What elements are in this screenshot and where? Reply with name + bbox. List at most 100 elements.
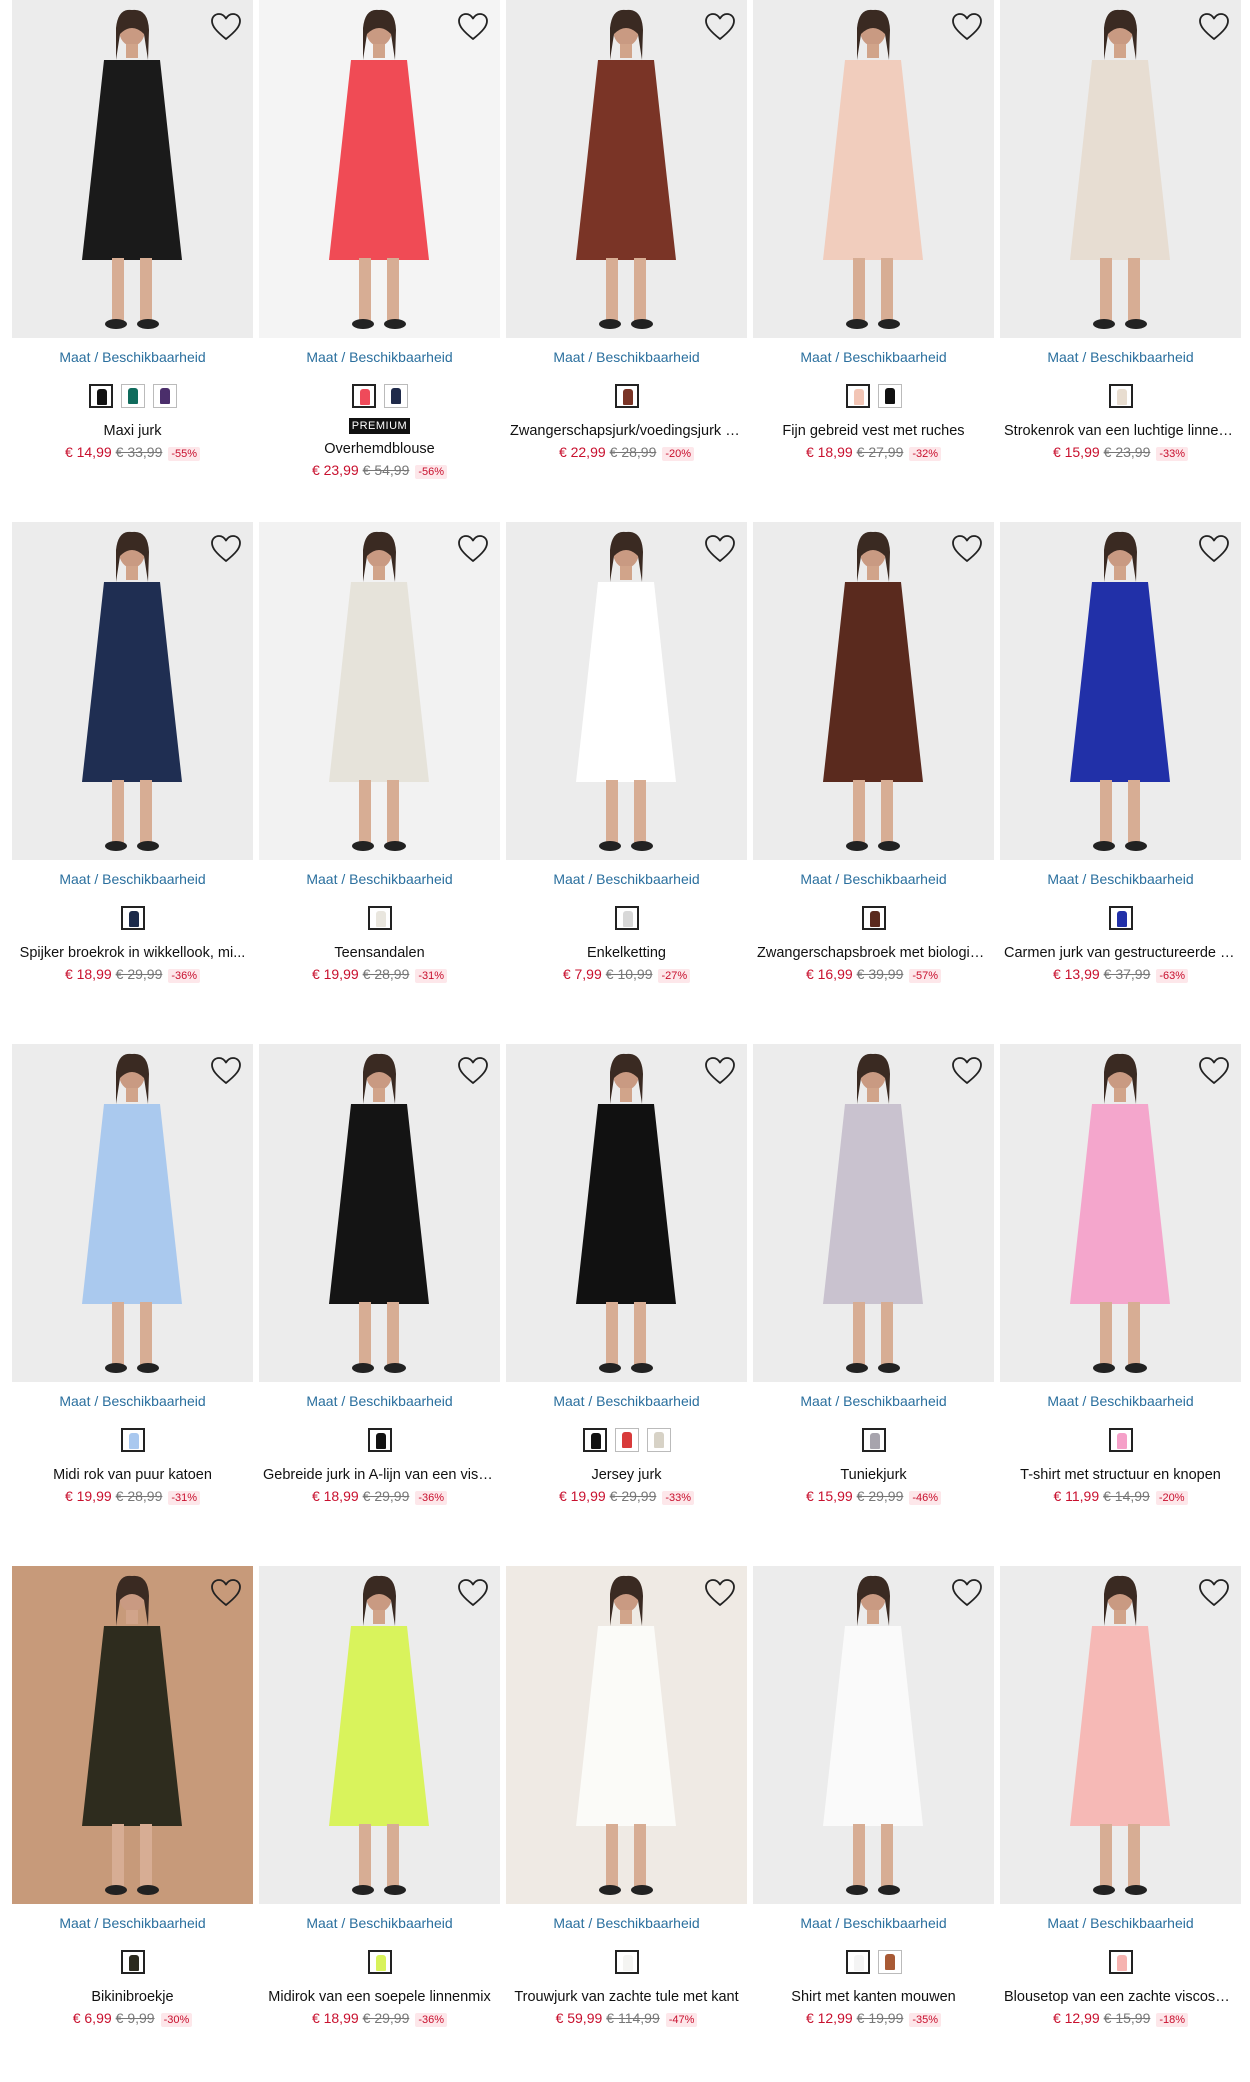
size-availability-link[interactable]: Maat / Beschikbaarheid xyxy=(506,1914,747,1932)
availability-link[interactable]: Beschikbaarheid xyxy=(843,871,947,887)
color-swatch[interactable] xyxy=(367,1950,392,1974)
product-title[interactable]: Gebreide jurk in A-lijn van een visc... xyxy=(259,1466,500,1484)
color-swatch[interactable] xyxy=(351,384,376,408)
product-image[interactable] xyxy=(506,1044,747,1382)
size-link[interactable]: Maat xyxy=(553,1393,584,1409)
wishlist-heart-icon[interactable] xyxy=(1197,1576,1231,1610)
size-link[interactable]: Maat xyxy=(59,1393,90,1409)
color-swatch[interactable] xyxy=(877,384,902,408)
product-card[interactable]: Maat / Beschikbaarheid Tuniekjurk € 15,9… xyxy=(753,1044,994,1528)
product-title[interactable]: Maxi jurk xyxy=(12,422,253,440)
size-link[interactable]: Maat xyxy=(800,1393,831,1409)
product-image[interactable] xyxy=(1000,1566,1241,1904)
wishlist-heart-icon[interactable] xyxy=(456,1054,490,1088)
availability-link[interactable]: Beschikbaarheid xyxy=(596,1915,700,1931)
color-swatch[interactable] xyxy=(1108,1950,1133,1974)
wishlist-heart-icon[interactable] xyxy=(950,532,984,566)
product-title[interactable]: Bikinibroekje xyxy=(12,1988,253,2006)
product-image[interactable] xyxy=(753,1044,994,1382)
product-title[interactable]: Shirt met kanten mouwen xyxy=(753,1988,994,2006)
size-link[interactable]: Maat xyxy=(800,349,831,365)
size-link[interactable]: Maat xyxy=(306,1915,337,1931)
color-swatch[interactable] xyxy=(646,1428,671,1452)
color-swatch[interactable] xyxy=(861,906,886,930)
product-image[interactable] xyxy=(259,0,500,338)
product-title[interactable]: Strokenrok van een luchtige linnen... xyxy=(1000,422,1241,440)
availability-link[interactable]: Beschikbaarheid xyxy=(596,871,700,887)
product-image[interactable] xyxy=(12,0,253,338)
wishlist-heart-icon[interactable] xyxy=(950,1576,984,1610)
size-link[interactable]: Maat xyxy=(59,349,90,365)
size-availability-link[interactable]: Maat / Beschikbaarheid xyxy=(12,348,253,366)
wishlist-heart-icon[interactable] xyxy=(456,532,490,566)
color-swatch[interactable] xyxy=(120,1428,145,1452)
product-title[interactable]: Carmen jurk van gestructureerde c... xyxy=(1000,944,1241,962)
product-title[interactable]: Trouwjurk van zachte tule met kant xyxy=(506,1988,747,2006)
wishlist-heart-icon[interactable] xyxy=(209,10,243,44)
product-image[interactable] xyxy=(12,1044,253,1382)
product-title[interactable]: Spijker broekrok in wikkellook, mi... xyxy=(12,944,253,962)
size-availability-link[interactable]: Maat / Beschikbaarheid xyxy=(506,1392,747,1410)
size-link[interactable]: Maat xyxy=(306,349,337,365)
product-card[interactable]: Maat / Beschikbaarheid Carmen jurk van g… xyxy=(1000,522,1241,1006)
product-title[interactable]: Overhemdblouse xyxy=(259,440,500,458)
size-availability-link[interactable]: Maat / Beschikbaarheid xyxy=(259,870,500,888)
wishlist-heart-icon[interactable] xyxy=(703,1054,737,1088)
availability-link[interactable]: Beschikbaarheid xyxy=(349,1393,453,1409)
size-link[interactable]: Maat xyxy=(1047,1393,1078,1409)
color-swatch[interactable] xyxy=(1108,906,1133,930)
product-image[interactable] xyxy=(12,522,253,860)
availability-link[interactable]: Beschikbaarheid xyxy=(102,871,206,887)
color-swatch[interactable] xyxy=(614,906,639,930)
color-swatch[interactable] xyxy=(614,1950,639,1974)
size-availability-link[interactable]: Maat / Beschikbaarheid xyxy=(1000,348,1241,366)
product-card[interactable]: Maat / Beschikbaarheid Maxi jurk € 14,99… xyxy=(12,0,253,484)
wishlist-heart-icon[interactable] xyxy=(950,1054,984,1088)
product-image[interactable] xyxy=(259,1566,500,1904)
product-image[interactable] xyxy=(506,1566,747,1904)
size-availability-link[interactable]: Maat / Beschikbaarheid xyxy=(259,1392,500,1410)
product-card[interactable]: Maat / Beschikbaarheid Midi rok van puur… xyxy=(12,1044,253,1528)
product-title[interactable]: Zwangerschapsbroek met biologisc... xyxy=(753,944,994,962)
color-swatch[interactable] xyxy=(367,906,392,930)
color-swatch[interactable] xyxy=(1108,1428,1133,1452)
wishlist-heart-icon[interactable] xyxy=(703,10,737,44)
size-link[interactable]: Maat xyxy=(800,871,831,887)
availability-link[interactable]: Beschikbaarheid xyxy=(843,1915,947,1931)
product-title[interactable]: Teensandalen xyxy=(259,944,500,962)
product-title[interactable]: T-shirt met structuur en knopen xyxy=(1000,1466,1241,1484)
wishlist-heart-icon[interactable] xyxy=(1197,10,1231,44)
product-image[interactable] xyxy=(753,522,994,860)
product-image[interactable] xyxy=(506,0,747,338)
size-availability-link[interactable]: Maat / Beschikbaarheid xyxy=(1000,1914,1241,1932)
availability-link[interactable]: Beschikbaarheid xyxy=(349,871,453,887)
product-card[interactable]: Maat / Beschikbaarheid Enkelketting € 7,… xyxy=(506,522,747,1006)
size-link[interactable]: Maat xyxy=(553,871,584,887)
wishlist-heart-icon[interactable] xyxy=(703,1576,737,1610)
product-card[interactable]: Maat / Beschikbaarheid Teensandalen € 19… xyxy=(259,522,500,1006)
product-card[interactable]: Maat / Beschikbaarheid PREMIUM Overhemdb… xyxy=(259,0,500,484)
size-availability-link[interactable]: Maat / Beschikbaarheid xyxy=(12,1392,253,1410)
product-image[interactable] xyxy=(259,522,500,860)
product-image[interactable] xyxy=(1000,1044,1241,1382)
size-availability-link[interactable]: Maat / Beschikbaarheid xyxy=(1000,1392,1241,1410)
color-swatch[interactable] xyxy=(120,384,145,408)
product-card[interactable]: Maat / Beschikbaarheid Midirok van een s… xyxy=(259,1566,500,2050)
size-link[interactable]: Maat xyxy=(1047,1915,1078,1931)
size-link[interactable]: Maat xyxy=(59,1915,90,1931)
wishlist-heart-icon[interactable] xyxy=(209,1576,243,1610)
color-swatch[interactable] xyxy=(614,1428,639,1452)
product-image[interactable] xyxy=(1000,0,1241,338)
availability-link[interactable]: Beschikbaarheid xyxy=(102,1915,206,1931)
size-availability-link[interactable]: Maat / Beschikbaarheid xyxy=(12,870,253,888)
product-card[interactable]: Maat / Beschikbaarheid Gebreide jurk in … xyxy=(259,1044,500,1528)
availability-link[interactable]: Beschikbaarheid xyxy=(1090,349,1194,365)
product-card[interactable]: Maat / Beschikbaarheid Jersey jurk € 19,… xyxy=(506,1044,747,1528)
product-title[interactable]: Midirok van een soepele linnenmix xyxy=(259,1988,500,2006)
availability-link[interactable]: Beschikbaarheid xyxy=(1090,1393,1194,1409)
wishlist-heart-icon[interactable] xyxy=(1197,1054,1231,1088)
availability-link[interactable]: Beschikbaarheid xyxy=(1090,871,1194,887)
size-link[interactable]: Maat xyxy=(1047,349,1078,365)
product-card[interactable]: Maat / Beschikbaarheid Trouwjurk van zac… xyxy=(506,1566,747,2050)
size-availability-link[interactable]: Maat / Beschikbaarheid xyxy=(259,1914,500,1932)
